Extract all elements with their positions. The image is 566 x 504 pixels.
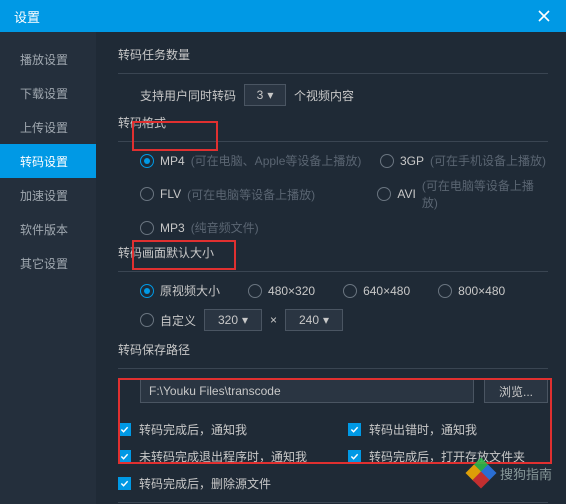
- task-prefix: 支持用户同时转码: [140, 87, 236, 104]
- size-separator: ×: [270, 313, 277, 327]
- check-label: 转码完成后，删除源文件: [139, 475, 271, 492]
- size-label: 480×320: [268, 284, 315, 298]
- window-title: 设置: [14, 7, 40, 26]
- check-label: 转码完成后，通知我: [139, 421, 247, 438]
- browse-button[interactable]: 浏览...: [484, 379, 548, 403]
- radio-icon: [248, 284, 262, 298]
- sidebar-item-label: 上传设置: [20, 119, 68, 136]
- size-640x480-radio[interactable]: 640×480: [343, 284, 410, 298]
- size-label: 自定义: [160, 312, 196, 329]
- radio-icon: [140, 221, 154, 235]
- task-count-select[interactable]: 3 ▾: [244, 84, 286, 106]
- size-label: 640×480: [363, 284, 410, 298]
- radio-icon: [438, 284, 452, 298]
- checkbox-icon: [118, 477, 131, 490]
- section-title-format: 转码格式: [118, 114, 548, 131]
- sidebar-item-label: 播放设置: [20, 51, 68, 68]
- value: 240: [299, 313, 319, 327]
- format-hint: (可在手机设备上播放): [430, 152, 546, 169]
- format-hint: (可在电脑等设备上播放): [422, 177, 548, 211]
- task-row: 支持用户同时转码 3 ▾ 个视频内容: [118, 84, 548, 106]
- radio-icon: [140, 284, 154, 298]
- radio-icon: [140, 187, 154, 201]
- custom-width-select[interactable]: 320 ▾: [204, 309, 262, 331]
- size-800x480-radio[interactable]: 800×480: [438, 284, 505, 298]
- sidebar-item-other[interactable]: 其它设置: [0, 246, 96, 280]
- sidebar-item-accel[interactable]: 加速设置: [0, 178, 96, 212]
- format-name: MP4: [160, 154, 185, 168]
- check-label: 转码出错时，通知我: [369, 421, 477, 438]
- format-avi-radio[interactable]: AVI (可在电脑等设备上播放): [377, 177, 548, 211]
- divider: [118, 271, 548, 272]
- chevron-down-icon: ▾: [267, 88, 273, 102]
- size-480x320-radio[interactable]: 480×320: [248, 284, 315, 298]
- close-icon: [538, 10, 550, 22]
- check-open-folder[interactable]: 转码完成后，打开存放文件夹: [348, 448, 548, 465]
- custom-height-select[interactable]: 240 ▾: [285, 309, 343, 331]
- check-label: 转码完成后，打开存放文件夹: [369, 448, 525, 465]
- check-notify-exit[interactable]: 未转码完成退出程序时，通知我: [118, 448, 348, 465]
- task-count-value: 3: [257, 88, 264, 102]
- radio-icon: [380, 154, 394, 168]
- chevron-down-icon: ▾: [323, 313, 329, 327]
- sidebar-item-download[interactable]: 下载设置: [0, 76, 96, 110]
- format-name: MP3: [160, 221, 185, 235]
- radio-icon: [377, 187, 391, 201]
- format-hint: (纯音频文件): [191, 219, 259, 236]
- size-label: 原视频大小: [160, 282, 220, 299]
- size-original-radio[interactable]: 原视频大小: [140, 282, 220, 299]
- sidebar-item-label: 加速设置: [20, 187, 68, 204]
- divider: [118, 502, 548, 503]
- sidebar-item-transcode[interactable]: 转码设置: [0, 144, 96, 178]
- format-mp3-radio[interactable]: MP3 (纯音频文件): [140, 219, 259, 236]
- section-title-size: 转码画面默认大小: [118, 244, 548, 261]
- check-label: 未转码完成退出程序时，通知我: [139, 448, 307, 465]
- size-label: 800×480: [458, 284, 505, 298]
- sidebar-item-version[interactable]: 软件版本: [0, 212, 96, 246]
- format-name: 3GP: [400, 154, 424, 168]
- sidebar: 播放设置 下载设置 上传设置 转码设置 加速设置 软件版本 其它设置: [0, 32, 96, 504]
- check-notify-done[interactable]: 转码完成后，通知我: [118, 421, 348, 438]
- path-input[interactable]: [140, 379, 474, 403]
- format-flv-radio[interactable]: FLV (可在电脑等设备上播放): [140, 186, 315, 203]
- sidebar-item-label: 其它设置: [20, 255, 68, 272]
- sidebar-item-upload[interactable]: 上传设置: [0, 110, 96, 144]
- radio-icon: [140, 154, 154, 168]
- title-bar: 设置: [0, 0, 566, 32]
- checkbox-icon: [118, 450, 131, 463]
- sidebar-item-label: 下载设置: [20, 85, 68, 102]
- main-panel: 转码任务数量 支持用户同时转码 3 ▾ 个视频内容 转码格式 MP4 (可在电脑…: [96, 32, 566, 504]
- sidebar-item-play[interactable]: 播放设置: [0, 42, 96, 76]
- divider: [118, 141, 548, 142]
- size-custom-radio[interactable]: 自定义: [140, 312, 196, 329]
- check-notify-error[interactable]: 转码出错时，通知我: [348, 421, 548, 438]
- section-title-task: 转码任务数量: [118, 46, 548, 63]
- checkbox-icon: [348, 450, 361, 463]
- checkbox-icon: [118, 423, 131, 436]
- format-hint: (可在电脑等设备上播放): [187, 186, 315, 203]
- divider: [118, 73, 548, 74]
- close-button[interactable]: [532, 4, 556, 28]
- sidebar-item-label: 软件版本: [20, 221, 68, 238]
- divider: [118, 368, 548, 369]
- section-title-path: 转码保存路径: [118, 341, 548, 358]
- task-suffix: 个视频内容: [294, 87, 354, 104]
- checkbox-icon: [348, 423, 361, 436]
- radio-icon: [140, 313, 154, 327]
- format-name: AVI: [397, 187, 415, 201]
- sidebar-item-label: 转码设置: [20, 153, 68, 170]
- radio-icon: [343, 284, 357, 298]
- format-mp4-radio[interactable]: MP4 (可在电脑、Apple等设备上播放): [140, 152, 361, 169]
- chevron-down-icon: ▾: [242, 313, 248, 327]
- button-label: 浏览...: [499, 383, 533, 400]
- value: 320: [218, 313, 238, 327]
- format-hint: (可在电脑、Apple等设备上播放): [191, 152, 362, 169]
- format-name: FLV: [160, 187, 181, 201]
- format-3gp-radio[interactable]: 3GP (可在手机设备上播放): [380, 152, 546, 169]
- check-delete-source[interactable]: 转码完成后，删除源文件: [118, 475, 348, 492]
